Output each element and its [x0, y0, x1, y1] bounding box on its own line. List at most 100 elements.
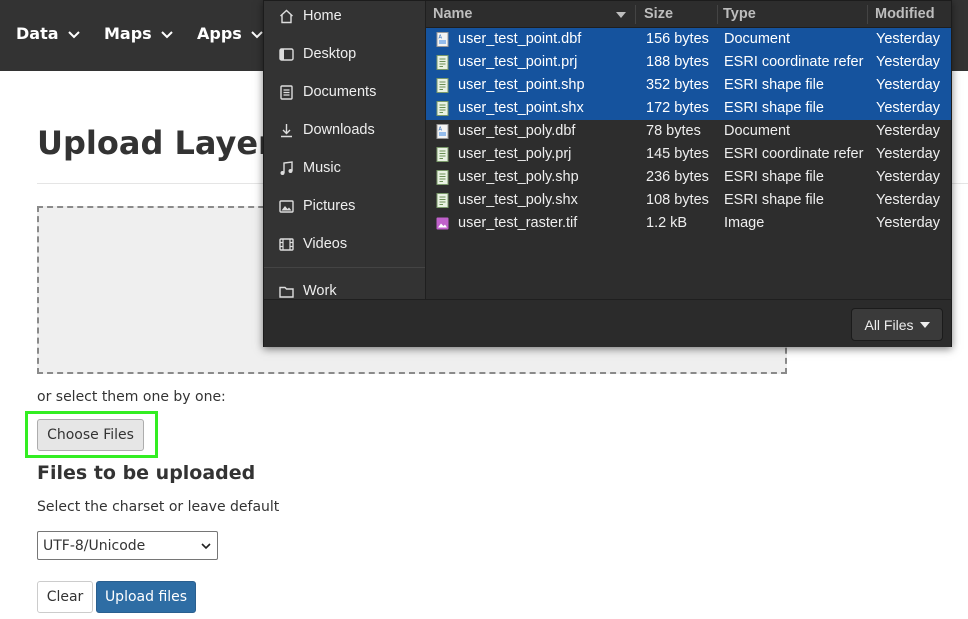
- file-size: 156 bytes: [646, 31, 709, 47]
- column-divider: [717, 5, 718, 24]
- place-home[interactable]: Home: [278, 5, 342, 27]
- chevron-down-icon: [67, 30, 80, 38]
- esri-file-icon: [436, 101, 449, 116]
- file-type: ESRI shape file: [724, 77, 824, 93]
- file-name: user_test_poly.shp: [458, 169, 579, 185]
- file-type: ESRI shape file: [724, 192, 824, 208]
- file-modified: Yesterday: [876, 31, 940, 47]
- file-type: ESRI coordinate refer: [724, 54, 864, 70]
- desktop-icon: [279, 47, 294, 61]
- nav-maps-label: Maps: [104, 24, 152, 43]
- place-desktop[interactable]: Desktop: [278, 43, 356, 65]
- nav-data-label: Data: [16, 24, 59, 43]
- file-type: ESRI shape file: [724, 100, 824, 116]
- esri-file-icon: [436, 147, 449, 162]
- file-row[interactable]: user_test_raster.tif 1.2 kB Image Yesterday: [426, 212, 951, 235]
- downloads-icon: [281, 123, 292, 137]
- pictures-icon: [279, 199, 294, 213]
- file-row[interactable]: user_test_point.shx 172 bytes ESRI shape f…: [426, 97, 951, 120]
- file-row[interactable]: user_test_poly.shx 108 bytes ESRI shape fi…: [426, 189, 951, 212]
- file-size: 352 bytes: [646, 77, 709, 93]
- files-to-upload-heading: Files to be uploaded: [37, 462, 256, 484]
- file-type: ESRI coordinate refer: [724, 146, 864, 162]
- charset-select[interactable]: UTF-8/Unicode: [37, 531, 218, 560]
- place-music[interactable]: Music: [278, 157, 341, 179]
- place-label: Pictures: [303, 198, 356, 214]
- file-list: Name Size Type Modified Auser_test_point…: [426, 1, 951, 299]
- file-list-header: Name Size Type Modified: [426, 1, 951, 28]
- file-row[interactable]: Auser_test_poly.dbf 78 bytes Document Yeste…: [426, 120, 951, 143]
- file-row[interactable]: user_test_point.prj 188 bytes ESRI coordin…: [426, 51, 951, 74]
- videos-icon: [279, 237, 294, 251]
- column-divider: [635, 5, 636, 24]
- file-type: Document: [724, 31, 791, 47]
- column-header-modified[interactable]: Modified: [875, 6, 935, 22]
- file-type: Document: [724, 123, 791, 139]
- nav-maps-menu[interactable]: Maps: [104, 24, 174, 43]
- documents-icon: [280, 84, 293, 100]
- place-label: Downloads: [303, 122, 375, 138]
- file-name: user_test_point.shp: [458, 77, 585, 93]
- nav-apps-menu[interactable]: Apps: [197, 24, 264, 43]
- select-one-by-one-text: or select them one by one:: [37, 389, 226, 405]
- file-name: user_test_poly.shx: [458, 192, 578, 208]
- column-header-name[interactable]: Name: [433, 6, 473, 22]
- upload-files-button[interactable]: Upload files: [96, 581, 196, 613]
- place-label: Documents: [303, 84, 377, 100]
- file-row[interactable]: Auser_test_point.dbf 156 bytes Document Yes…: [426, 28, 951, 51]
- esri-file-icon: [436, 170, 449, 185]
- file-name: user_test_point.prj: [458, 54, 578, 70]
- file-modified: Yesterday: [876, 192, 940, 208]
- sort-descending-icon: [616, 12, 626, 18]
- esri-file-icon: [436, 193, 449, 208]
- svg-text:A: A: [439, 35, 443, 41]
- file-modified: Yesterday: [876, 77, 940, 93]
- place-pictures[interactable]: Pictures: [278, 195, 355, 217]
- file-size: 78 bytes: [646, 123, 701, 139]
- home-icon: [280, 9, 293, 23]
- file-size: 145 bytes: [646, 146, 709, 162]
- file-size: 108 bytes: [646, 192, 709, 208]
- file-size: 188 bytes: [646, 54, 709, 70]
- folder-icon: [279, 286, 294, 298]
- svg-text:A: A: [439, 127, 443, 133]
- chevron-down-icon: [251, 30, 263, 38]
- column-header-type[interactable]: Type: [723, 6, 756, 22]
- places-sidebar: Home Desktop Documents Downloads Music P…: [264, 1, 426, 299]
- file-size: 172 bytes: [646, 100, 709, 116]
- music-icon: [280, 160, 293, 175]
- charset-selected-value: UTF-8/Unicode: [43, 537, 146, 554]
- file-size: 236 bytes: [646, 169, 709, 185]
- file-modified: Yesterday: [876, 215, 940, 231]
- file-modified: Yesterday: [876, 100, 940, 116]
- file-row[interactable]: user_test_point.shp 352 bytes ESRI shape f…: [426, 74, 951, 97]
- file-filter-label: All Files: [864, 316, 914, 333]
- place-work[interactable]: Work: [278, 280, 337, 299]
- place-documents[interactable]: Documents: [278, 81, 376, 103]
- file-name: user_test_point.shx: [458, 100, 584, 116]
- document-file-icon: A: [436, 124, 449, 139]
- image-file-icon: [436, 217, 449, 230]
- nav-apps-label: Apps: [197, 24, 242, 43]
- column-header-size[interactable]: Size: [644, 6, 673, 22]
- file-filter-dropdown[interactable]: All Files: [851, 308, 943, 341]
- document-file-icon: A: [436, 32, 449, 47]
- place-downloads[interactable]: Downloads: [278, 119, 375, 141]
- choose-files-button[interactable]: Choose Files: [37, 419, 144, 451]
- file-name: user_test_point.dbf: [458, 31, 582, 47]
- file-row[interactable]: user_test_poly.shp 236 bytes ESRI shape fi…: [426, 166, 951, 189]
- file-name: user_test_poly.prj: [458, 146, 572, 162]
- file-name: user_test_raster.tif: [458, 215, 578, 231]
- place-label: Videos: [303, 236, 348, 252]
- dialog-footer: All Files: [264, 299, 951, 347]
- nav-data-menu[interactable]: Data: [16, 24, 81, 43]
- place-videos[interactable]: Videos: [278, 233, 347, 255]
- file-chooser-dialog: Home Desktop Documents Downloads Music P…: [263, 0, 952, 347]
- file-row[interactable]: user_test_poly.prj 145 bytes ESRI coordina…: [426, 143, 951, 166]
- file-type: ESRI shape file: [724, 169, 824, 185]
- places-divider: [264, 267, 425, 268]
- file-size: 1.2 kB: [646, 215, 688, 231]
- file-modified: Yesterday: [876, 54, 940, 70]
- column-divider: [867, 5, 868, 24]
- clear-button[interactable]: Clear: [37, 581, 93, 613]
